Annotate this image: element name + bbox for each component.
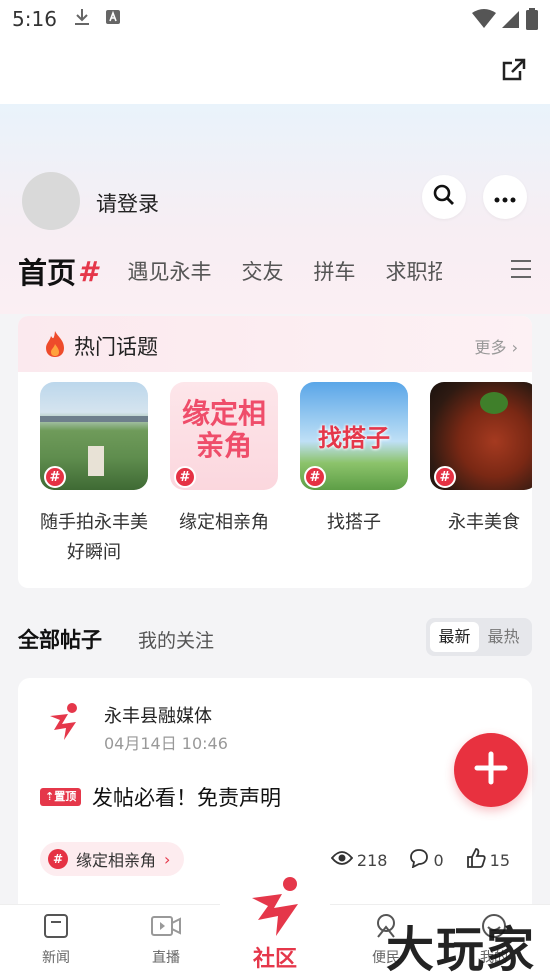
app-notification-icon [105, 9, 121, 29]
community-logo-icon [248, 876, 308, 942]
hash-icon: # [48, 849, 68, 869]
create-post-button[interactable] [454, 733, 528, 807]
tower-shape [88, 446, 104, 476]
nav-news[interactable]: 新闻 [26, 913, 86, 967]
eye-icon [330, 850, 354, 870]
posts-section-header: 全部帖子 我的关注 最新 最热 [18, 618, 532, 658]
status-bar: 5:16 [0, 0, 550, 38]
status-time: 5:16 [12, 7, 57, 31]
topic-label: 随手拍永丰美好瞬间 [40, 512, 148, 563]
plus-icon [473, 750, 509, 790]
comment-icon [409, 848, 429, 872]
pinned-badge: ⇡置顶 [40, 788, 82, 806]
hash-badge-icon: # [44, 466, 66, 488]
topic-thumbnail-city: # [40, 382, 148, 490]
nav-news-label: 新闻 [42, 950, 70, 966]
nav-community-label: 社区 [252, 947, 297, 972]
comments-count: 0 [433, 850, 444, 870]
hash-badge-icon: # [304, 466, 326, 488]
sort-hot-button[interactable]: 最热 [479, 622, 528, 652]
sort-toggle: 最新 最热 [426, 618, 532, 656]
topic-label: 永丰美食 [448, 512, 520, 533]
hash-badge-icon: # [174, 466, 196, 488]
video-icon [151, 916, 181, 943]
nav-live[interactable]: 直播 [136, 913, 196, 967]
topic-item[interactable]: # 永丰美食 [430, 382, 532, 538]
fire-icon [44, 330, 66, 358]
hot-topics-card: 热门话题 更多 › # 随手拍永丰美好瞬间 缘定相亲角 # 缘定相亲角 找搭子 … [18, 316, 532, 588]
download-icon [73, 7, 91, 31]
pin-icon: ⇡ [45, 790, 55, 803]
thumb-text: 找搭子 [318, 424, 390, 452]
menu-icon[interactable] [510, 258, 532, 280]
hash-badge-icon: # [434, 466, 456, 488]
watermark: 大玩家 [385, 922, 536, 978]
topic-item[interactable]: 找搭子 # 找搭子 [300, 382, 408, 538]
topic-label: 找搭子 [327, 512, 381, 533]
post-title[interactable]: 发帖必看！免责声明 [92, 782, 281, 812]
pinned-label: 置顶 [54, 790, 77, 803]
tab-all-posts[interactable]: 全部帖子 [18, 624, 102, 654]
tab-carpool[interactable]: 拼车 [314, 256, 356, 286]
more-link[interactable]: 更多 › [474, 334, 518, 358]
tab-dating[interactable]: 交友 [242, 256, 284, 286]
top-bar [0, 38, 550, 104]
tab-my-follows[interactable]: 我的关注 [138, 626, 214, 653]
avatar[interactable] [22, 172, 80, 230]
chevron-right-icon: › [511, 338, 518, 357]
wifi-icon [472, 9, 496, 33]
hot-topics-header: 热门话题 更多 › [18, 316, 532, 372]
likes-stat[interactable]: 15 [466, 848, 510, 872]
topic-item[interactable]: # 随手拍永丰美好瞬间 [40, 382, 148, 568]
views-stat: 218 [330, 850, 388, 870]
topic-label: 缘定相亲角 [179, 512, 269, 533]
views-count: 218 [356, 850, 388, 870]
topic-item[interactable]: 缘定相亲角 # 缘定相亲角 [170, 382, 278, 538]
tab-home-label: 首页 [18, 256, 77, 290]
news-icon [43, 914, 69, 943]
author-logo-icon [46, 702, 86, 742]
more-label: 更多 [474, 338, 507, 357]
share-icon[interactable] [500, 56, 528, 84]
thumb-text: 缘定相亲角 [181, 397, 266, 462]
tab-jobs[interactable]: 求职招 [386, 256, 442, 286]
garnish-shape [480, 392, 508, 414]
likes-count: 15 [489, 850, 510, 870]
login-link[interactable]: 请登录 [96, 188, 159, 218]
post-stats: 218 0 15 [330, 848, 510, 872]
search-icon [433, 184, 455, 210]
topic-thumbnail-dating: 缘定相亲角 # [170, 382, 278, 490]
nav-community[interactable]: 社区 [220, 872, 330, 979]
tab-home[interactable]: 首页 # [18, 250, 98, 292]
hot-topics-title: 热门话题 [74, 335, 158, 359]
tag-label: 缘定相亲角 [76, 851, 157, 870]
chevron-right-icon: › [164, 849, 171, 869]
bridge-shape [40, 416, 148, 422]
post-topic-tag[interactable]: # 缘定相亲角 › [40, 842, 185, 876]
post-author[interactable]: 永丰县融媒体 [104, 702, 212, 728]
category-tabs: 首页 # 遇见永丰 交友 拼车 求职招 [18, 246, 532, 296]
more-button[interactable] [483, 175, 527, 219]
topic-thumbnail-buddy: 找搭子 # [300, 382, 408, 490]
nav-live-label: 直播 [152, 950, 180, 966]
search-button[interactable] [422, 175, 466, 219]
sort-latest-button[interactable]: 最新 [430, 622, 479, 652]
signal-icon [502, 9, 520, 33]
comments-stat[interactable]: 0 [409, 848, 444, 872]
topic-thumbnail-food: # [430, 382, 532, 490]
hash-icon: # [78, 254, 98, 288]
more-dots-icon [494, 188, 516, 207]
battery-icon [526, 8, 538, 34]
post-date: 04月14日 10:46 [104, 734, 228, 753]
thumbs-up-icon [466, 848, 486, 872]
tab-meet-yongfeng[interactable]: 遇见永丰 [128, 256, 212, 286]
